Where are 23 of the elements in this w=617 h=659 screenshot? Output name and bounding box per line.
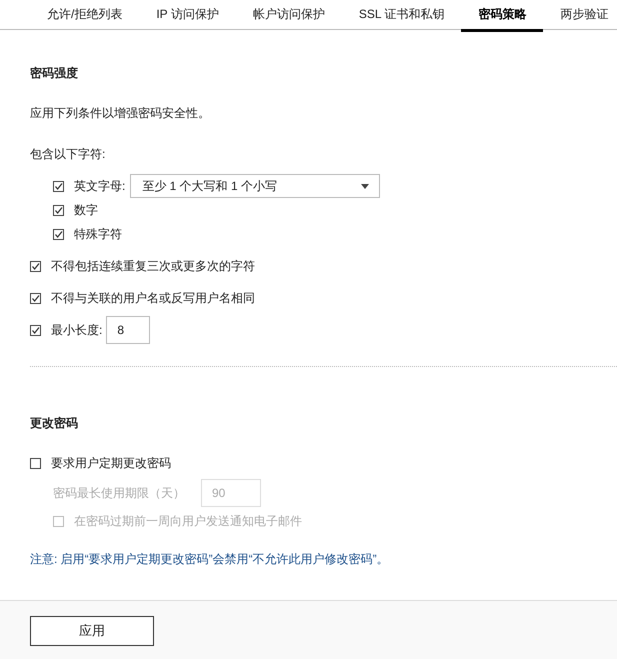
checkbox-label: 最小长度:	[51, 322, 102, 338]
dropdown[interactable]: 至少 1 个大写和 1 个小写	[130, 174, 380, 198]
tab[interactable]: IP 访问保护	[139, 0, 236, 32]
number-field[interactable]: 8	[106, 316, 150, 344]
checkbox-label: 英文字母:	[74, 178, 126, 194]
section-title: 更改密码	[30, 415, 79, 432]
checkbox-label: 不得与关联的用户名或反写用户名相同	[51, 290, 255, 306]
tab[interactable]: 帐户访问保护	[236, 0, 342, 32]
checkbox-label: 在密码过期前一周向用户发送通知电子邮件	[74, 512, 302, 530]
section-title: 密码强度	[30, 65, 79, 82]
checkbox-label: 不得包括连续重复三次或更多次的字符	[51, 258, 255, 274]
apply-button[interactable]: 应用	[30, 616, 154, 646]
description: 应用下列条件以增强密码安全性。	[30, 105, 211, 122]
checkbox-label: 特殊字符	[74, 226, 122, 242]
field-label: 密码最长使用期限（天）	[53, 484, 186, 502]
group-label: 包含以下字符:	[30, 146, 106, 163]
tab[interactable]: 密码策略	[461, 0, 544, 32]
tab[interactable]: SSL 证书和私钥	[342, 0, 462, 32]
checkbox-label: 要求用户定期更改密码	[51, 454, 171, 472]
note-text: 注意: 启用“要求用户定期更改密码”会禁用“不允许此用户修改密码”。	[30, 551, 390, 568]
tab[interactable]: 两步验证	[543, 0, 617, 32]
tab[interactable]: 允许/拒绝列表	[30, 0, 140, 32]
checkbox-label: 数字	[74, 202, 98, 218]
